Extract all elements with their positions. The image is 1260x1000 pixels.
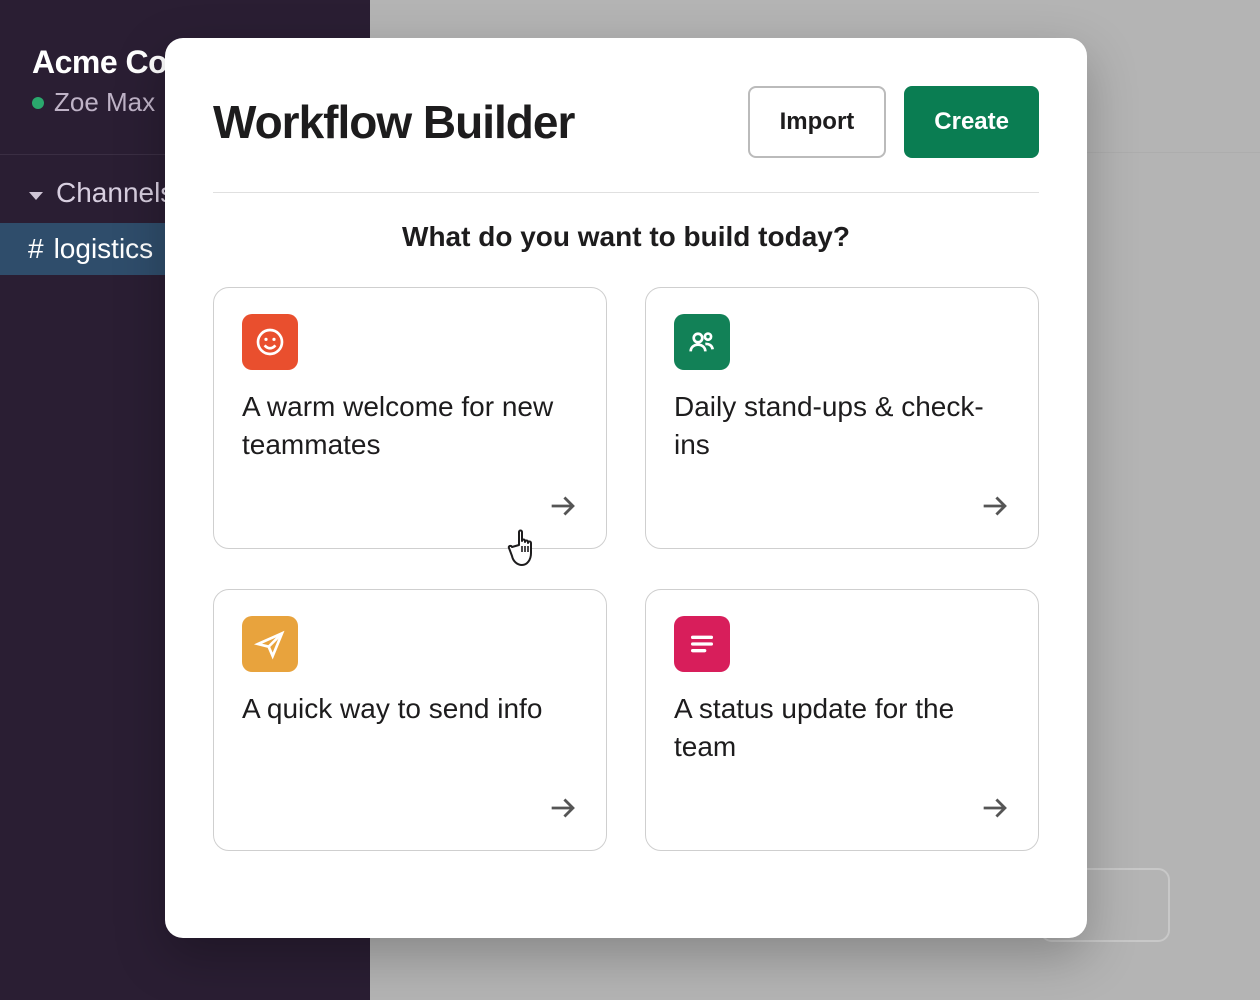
template-card-status-update[interactable]: A status update for the team <box>645 589 1039 851</box>
channel-name: logistics <box>54 233 154 265</box>
template-card-title: A warm welcome for new teammates <box>242 388 562 464</box>
template-card-send-info[interactable]: A quick way to send info <box>213 589 607 851</box>
template-card-welcome[interactable]: A warm welcome for new teammates <box>213 287 607 549</box>
import-button[interactable]: Import <box>748 86 887 158</box>
modal-header: Workflow Builder Import Create <box>213 86 1039 158</box>
modal-prompt: What do you want to build today? <box>213 221 1039 253</box>
create-button[interactable]: Create <box>904 86 1039 158</box>
caret-down-icon <box>28 177 44 209</box>
template-card-title: A quick way to send info <box>242 690 562 728</box>
arrow-right-icon <box>546 791 580 830</box>
user-name: Zoe Max <box>54 87 155 118</box>
channels-label: Channels <box>56 177 174 209</box>
template-card-standups[interactable]: Daily stand-ups & check-ins <box>645 287 1039 549</box>
modal-header-actions: Import Create <box>748 86 1039 158</box>
hash-icon: # <box>28 233 44 265</box>
modal-title: Workflow Builder <box>213 95 574 149</box>
arrow-right-icon <box>978 791 1012 830</box>
list-icon <box>674 616 730 672</box>
workflow-builder-modal: Workflow Builder Import Create What do y… <box>165 38 1087 938</box>
arrow-right-icon <box>978 489 1012 528</box>
presence-active-icon <box>32 97 44 109</box>
template-card-grid: A warm welcome for new teammates Daily s… <box>213 287 1039 851</box>
template-card-title: A status update for the team <box>674 690 994 766</box>
template-card-title: Daily stand-ups & check-ins <box>674 388 994 464</box>
smile-icon <box>242 314 298 370</box>
modal-divider <box>213 192 1039 193</box>
arrow-right-icon <box>546 489 580 528</box>
people-icon <box>674 314 730 370</box>
paper-plane-icon <box>242 616 298 672</box>
